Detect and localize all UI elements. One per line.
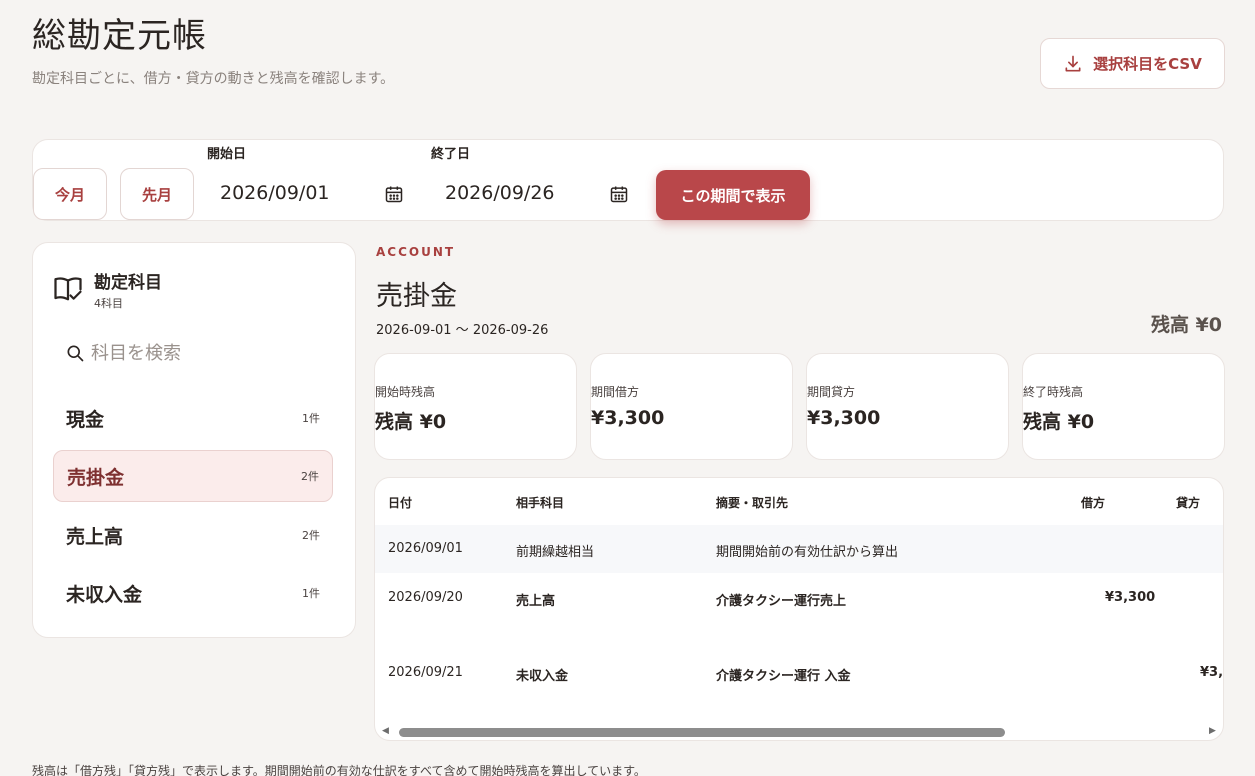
- stat-value: ¥3,300: [807, 407, 881, 429]
- cell-date: 2026/09/20: [388, 590, 463, 605]
- table-row: 2026/09/01 前期繰越相当 期間開始前の有効仕訳から算出: [375, 525, 1223, 573]
- stat-value: 残高 ¥0: [1023, 411, 1095, 433]
- search-icon: [67, 345, 84, 362]
- export-csv-button[interactable]: 選択科目をCSV: [1040, 38, 1225, 89]
- account-item-name: 売掛金: [67, 466, 125, 489]
- stat-label: 終了時残高: [1023, 385, 1084, 399]
- cell-memo: 期間開始前の有効仕訳から算出: [716, 545, 899, 560]
- this-month-button[interactable]: 今月: [33, 168, 107, 220]
- page-title: 総勘定元帳: [32, 16, 207, 56]
- account-balance: 残高 ¥0: [1150, 314, 1222, 336]
- account-item-count: 1件: [302, 587, 320, 600]
- cell-memo: 介護タクシー運行 入金: [716, 669, 851, 684]
- calendar-icon[interactable]: [384, 184, 404, 204]
- sidebar-count: 4科目: [94, 297, 123, 310]
- account-item-accrued-income[interactable]: 未収入金 1件: [53, 567, 333, 619]
- stat-label: 開始時残高: [375, 385, 436, 399]
- horizontal-scrollbar[interactable]: ◀ ▶: [375, 724, 1223, 738]
- account-item-name: 売上高: [66, 525, 124, 548]
- table-row: 2026/09/21 未収入金 介護タクシー運行 入金 ¥3,3: [375, 643, 1224, 703]
- cell-counter-account: 前期繰越相当: [516, 545, 595, 560]
- table-row: 2026/09/20 売上高 介護タクシー運行売上 ¥3,300: [375, 573, 1223, 633]
- col-header-date: 日付: [388, 496, 413, 510]
- section-kicker: ACCOUNT: [376, 245, 456, 259]
- cell-date: 2026/09/21: [388, 665, 463, 680]
- export-csv-label: 選択科目をCSV: [1093, 55, 1202, 73]
- cell-date: 2026/09/01: [388, 541, 463, 556]
- period-range: 2026-09-01 〜 2026-09-26: [376, 323, 549, 338]
- end-date-input[interactable]: 2026/09/26: [445, 182, 555, 204]
- account-sidebar: 勘定科目 4科目 現金 1件 売掛金 2件 売上高 2件 未収入金 1件: [32, 242, 356, 638]
- col-header-debit: 借方: [1081, 496, 1106, 510]
- page-subtitle: 勘定科目ごとに、借方・貸方の動きと残高を確認します。: [32, 71, 395, 87]
- cell-debit: ¥3,300: [1105, 590, 1156, 605]
- stat-label: 期間借方: [591, 385, 640, 399]
- calendar-icon[interactable]: [609, 184, 629, 204]
- cell-counter-account: 売上高: [516, 594, 556, 609]
- end-date-label: 終了日: [431, 147, 471, 162]
- account-item-receivable[interactable]: 売掛金 2件: [53, 450, 333, 502]
- col-header-memo: 摘要・取引先: [716, 496, 789, 510]
- account-item-sales[interactable]: 売上高 2件: [53, 509, 333, 561]
- download-icon: [1065, 55, 1081, 71]
- scroll-right-arrow-icon[interactable]: ▶: [1209, 726, 1216, 736]
- footnote: 残高は「借方残」「貸方残」で表示します。期間開始前の有効な仕訳をすべて含めて開始…: [32, 764, 646, 776]
- apply-period-button[interactable]: この期間で表示: [656, 170, 810, 220]
- cell-memo: 介護タクシー運行売上: [716, 594, 847, 609]
- account-item-count: 1件: [302, 412, 320, 425]
- start-date-label: 開始日: [207, 147, 247, 162]
- account-item-count: 2件: [302, 529, 320, 542]
- account-search-input[interactable]: [91, 337, 331, 369]
- account-item-cash[interactable]: 現金 1件: [53, 392, 333, 444]
- account-item-count: 2件: [301, 470, 319, 483]
- account-item-name: 未収入金: [66, 583, 143, 606]
- stat-label: 期間貸方: [807, 385, 856, 399]
- cell-counter-account: 未収入金: [516, 669, 569, 684]
- cell-credit: ¥3,3: [1200, 665, 1224, 680]
- scroll-left-arrow-icon[interactable]: ◀: [382, 726, 389, 736]
- stat-card-period-credit: 期間貸方 ¥3,300: [806, 353, 1009, 460]
- book-check-icon: [54, 277, 82, 301]
- stat-value: 残高 ¥0: [375, 411, 447, 433]
- stat-card-period-debit: 期間借方 ¥3,300: [590, 353, 793, 460]
- last-month-button[interactable]: 先月: [120, 168, 194, 220]
- stat-value: ¥3,300: [591, 407, 665, 429]
- sidebar-title: 勘定科目: [94, 273, 162, 293]
- date-filter-bar: 今月 先月 開始日 2026/09/01 終了日 2026/09/26 この期間…: [32, 139, 1224, 221]
- stat-card-closing-balance: 終了時残高 残高 ¥0: [1022, 353, 1225, 460]
- col-header-counter-account: 相手科目: [516, 496, 565, 510]
- account-item-name: 現金: [66, 408, 105, 431]
- stat-card-opening-balance: 開始時残高 残高 ¥0: [374, 353, 577, 460]
- scrollbar-thumb[interactable]: [399, 728, 1005, 737]
- col-header-credit: 貸方: [1176, 496, 1201, 510]
- account-title: 売掛金: [376, 281, 457, 312]
- start-date-input[interactable]: 2026/09/01: [220, 182, 330, 204]
- ledger-table: 日付 相手科目 摘要・取引先 借方 貸方 2026/09/01 前期繰越相当 期…: [374, 477, 1224, 741]
